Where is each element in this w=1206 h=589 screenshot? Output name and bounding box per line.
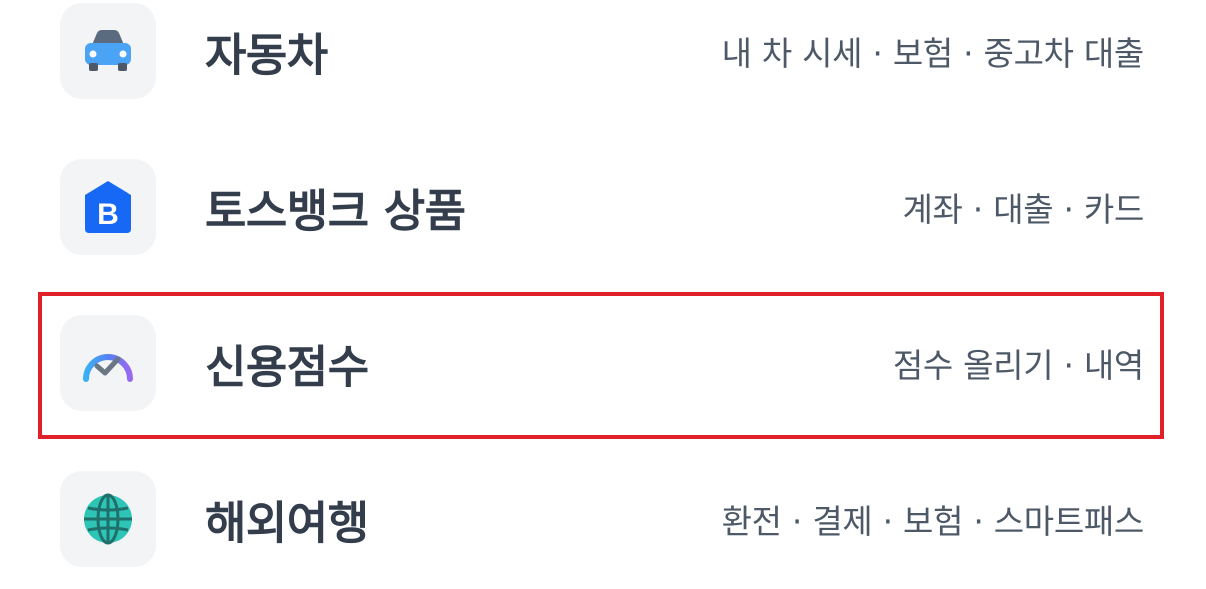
svg-text:B: B: [97, 198, 119, 231]
car-icon: [85, 30, 131, 71]
credit-score-icon-container: [60, 315, 156, 411]
globe-icon-container: [60, 471, 156, 567]
menu-item-credit-score[interactable]: 신용점수 점수 올리기 · 내역: [0, 285, 1206, 441]
globe-icon: [84, 493, 132, 545]
car-icon-container: [60, 3, 156, 99]
menu-item-toss-bank[interactable]: B 토스뱅크 상품 계좌 · 대출 · 카드: [0, 129, 1206, 285]
menu-item-overseas-travel[interactable]: 해외여행 환전 · 결제 · 보험 · 스마트패스: [0, 441, 1206, 589]
menu-item-subtitle: 점수 올리기 · 내역: [892, 346, 1144, 385]
credit-score-gauge-icon: [83, 354, 133, 382]
menu-item-subtitle: 계좌 · 대출 · 카드: [902, 190, 1145, 229]
menu-list: 자동차 내 차 시세 · 보험 · 중고차 대출 B 토스뱅크 상품 계좌 · …: [0, 0, 1206, 589]
toss-bank-b-icon: B: [85, 181, 131, 233]
menu-item-title: 신용점수: [205, 340, 369, 394]
menu-item-title: 토스뱅크 상품: [205, 184, 466, 238]
toss-bank-icon-container: B: [60, 159, 156, 255]
menu-item-subtitle: 환전 · 결제 · 보험 · 스마트패스: [721, 502, 1145, 541]
menu-item-title: 해외여행: [205, 496, 369, 550]
menu-item-car[interactable]: 자동차 내 차 시세 · 보험 · 중고차 대출: [0, 0, 1206, 129]
menu-item-title: 자동차: [205, 28, 328, 82]
menu-item-subtitle: 내 차 시세 · 보험 · 중고차 대출: [721, 34, 1145, 73]
